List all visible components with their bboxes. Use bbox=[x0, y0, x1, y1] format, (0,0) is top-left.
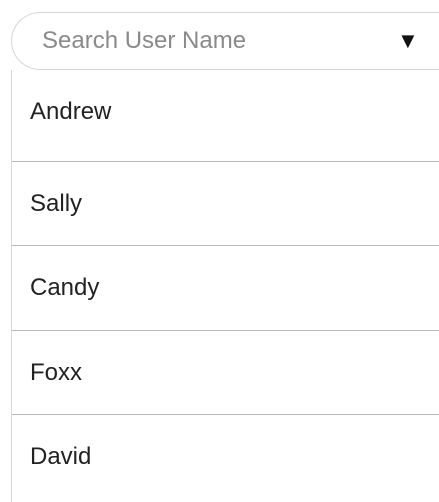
dropdown-list: Andrew Sally Candy Foxx David bbox=[11, 70, 439, 502]
list-item-sally[interactable]: Sally bbox=[12, 162, 439, 246]
search-input[interactable] bbox=[42, 13, 382, 69]
list-item-label: Sally bbox=[30, 190, 83, 217]
list-item-david[interactable]: David bbox=[12, 415, 439, 499]
list-item-foxx[interactable]: Foxx bbox=[12, 331, 439, 415]
list-item-candy[interactable]: Candy bbox=[12, 246, 439, 330]
list-item-label: Andrew bbox=[30, 98, 112, 125]
list-item-label: Foxx bbox=[30, 359, 83, 386]
list-item-andrew[interactable]: Andrew bbox=[12, 70, 439, 154]
list-item-label: Candy bbox=[30, 274, 100, 301]
search-combobox[interactable]: ▼ bbox=[11, 12, 439, 70]
list-item-label: David bbox=[30, 443, 92, 470]
triangle-down-icon[interactable]: ▼ bbox=[397, 29, 419, 53]
